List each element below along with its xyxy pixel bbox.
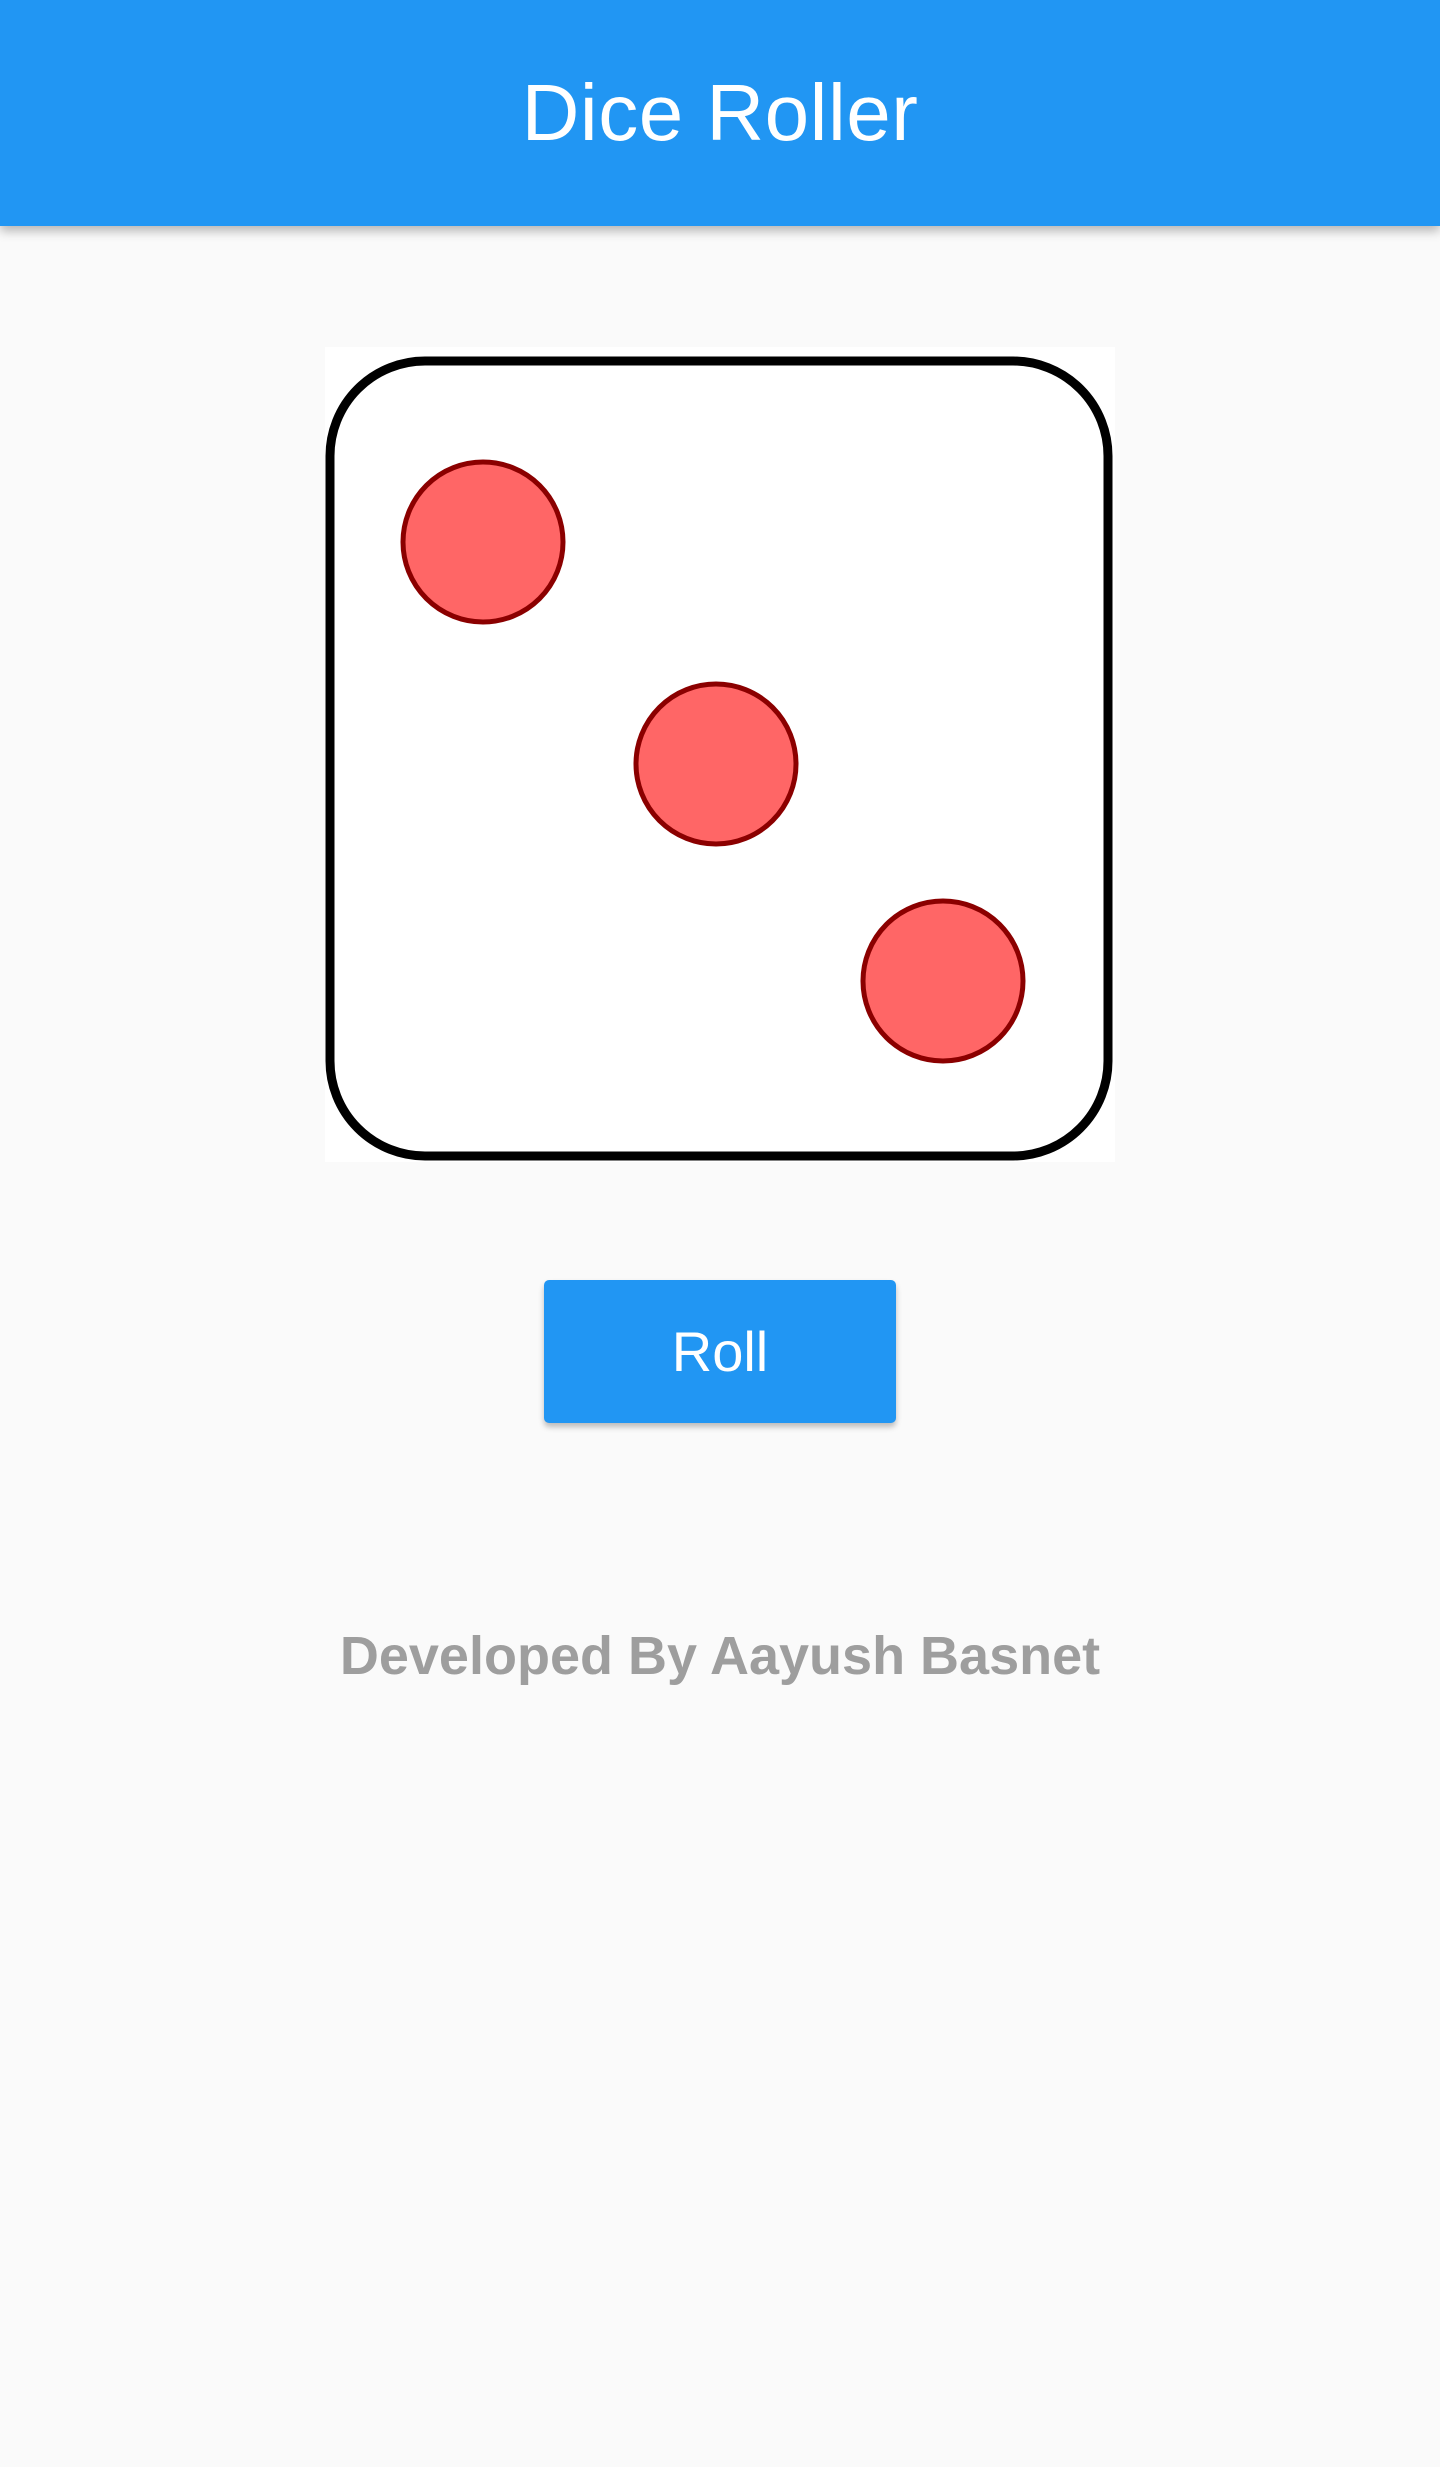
dice-pip: [400, 459, 566, 625]
app-title: Dice Roller: [521, 68, 919, 157]
app-bar: Dice Roller: [0, 0, 1440, 226]
dice-pip: [860, 898, 1026, 1064]
dice-image: [325, 347, 1115, 1162]
roll-button[interactable]: Roll: [544, 1280, 896, 1423]
developer-credit: Developed By Aayush Basnet: [339, 1626, 1101, 1686]
dice-pip: [633, 681, 799, 847]
dice-face-svg: [325, 356, 1113, 1161]
